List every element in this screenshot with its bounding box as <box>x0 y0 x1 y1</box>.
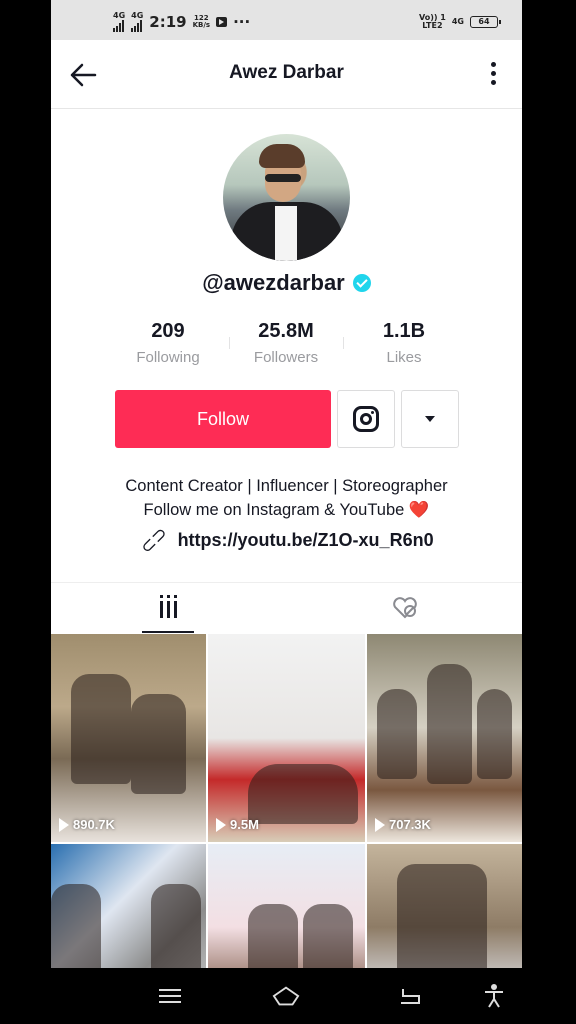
more-vertical-icon <box>488 62 498 85</box>
bio-link[interactable]: ⊂⊃ https://youtu.be/Z1O-xu_R6n0 <box>51 522 522 557</box>
caret-down-icon <box>425 416 435 422</box>
menu-icon[interactable] <box>156 982 184 1010</box>
profile-tabs <box>51 582 522 635</box>
accessibility-icon[interactable] <box>480 982 508 1010</box>
verified-icon <box>352 274 371 292</box>
profile-stats: 209 Following 25.8M Followers 1.1B Likes <box>113 320 459 366</box>
video-thumbnail[interactable]: 707.3K <box>367 634 522 842</box>
battery-icon: 64 <box>470 16 501 28</box>
instagram-button[interactable] <box>337 390 395 448</box>
network-right: 4G <box>451 17 464 26</box>
signal-bars-icon <box>113 20 125 32</box>
view-count-text: 9.5M <box>230 817 259 832</box>
tab-liked[interactable] <box>287 583 522 633</box>
signal-1: 4G <box>113 12 125 32</box>
status-right: Vo)) 1 LTE2 4G 64 <box>419 14 501 30</box>
divider <box>343 337 344 349</box>
avatar[interactable] <box>223 134 350 261</box>
play-icon <box>59 817 69 832</box>
view-count-text: 890.7K <box>73 817 115 832</box>
view-count: 890.7K <box>59 817 115 832</box>
tab-videos[interactable] <box>51 583 286 633</box>
grid-icon <box>160 598 177 618</box>
link-icon: ⊂⊃ <box>136 522 172 558</box>
username-row: @awezdarbar <box>51 270 522 296</box>
bio: Content Creator | Influencer | Storeogra… <box>51 474 522 522</box>
heart-icon: ❤️ <box>408 501 430 519</box>
video-grid: 890.7K 9.5M 707.3K <box>51 634 522 1024</box>
stat-following[interactable]: 209 Following <box>113 320 223 366</box>
more-options-button[interactable] <box>488 62 498 88</box>
signal-2: 4G <box>131 12 143 32</box>
bio-line-1: Content Creator | Influencer | Storeogra… <box>125 477 448 495</box>
active-tab-indicator <box>142 631 194 633</box>
stat-label: Likes <box>386 349 422 366</box>
network-speed: 122 KB/s <box>193 15 210 29</box>
play-icon <box>216 817 226 832</box>
app-screen: 4G 4G 2:19 122 KB/s ··· Vo)) 1 LTE2 4G 6… <box>51 0 522 1024</box>
video-thumbnail[interactable]: 9.5M <box>208 634 365 842</box>
play-icon <box>375 817 385 832</box>
volte-indicator: Vo)) 1 LTE2 <box>419 14 446 30</box>
back-icon[interactable] <box>396 982 424 1010</box>
clock: 2:19 <box>149 13 187 31</box>
more-notifications: ··· <box>233 13 251 31</box>
system-nav-bar <box>0 968 576 1024</box>
link-text[interactable]: https://youtu.be/Z1O-xu_R6n0 <box>178 530 434 551</box>
view-count: 9.5M <box>216 817 259 832</box>
bio-line-2: Follow me on Instagram & YouTube ❤️ <box>51 498 522 522</box>
divider <box>229 337 230 349</box>
view-count: 707.3K <box>375 817 431 832</box>
view-count-text: 707.3K <box>389 817 431 832</box>
stat-value: 1.1B <box>382 320 426 342</box>
speed-unit: KB/s <box>192 21 211 29</box>
stat-followers[interactable]: 25.8M Followers <box>231 320 341 366</box>
bio-line-2-text: Follow me on Instagram & YouTube <box>143 501 405 519</box>
suggested-accounts-button[interactable] <box>401 390 459 448</box>
network-label-2: 4G <box>131 11 144 20</box>
status-bar: 4G 4G 2:19 122 KB/s ··· Vo)) 1 LTE2 4G 6… <box>51 0 522 40</box>
status-left: 4G 4G 2:19 122 KB/s ··· <box>113 12 250 32</box>
stat-value: 25.8M <box>258 320 314 342</box>
screen-record-icon <box>216 17 228 27</box>
stat-label: Followers <box>253 349 319 366</box>
lte-label: LTE2 <box>422 21 443 30</box>
stat-label: Following <box>136 349 200 366</box>
video-thumbnail[interactable]: 890.7K <box>51 634 206 842</box>
instagram-icon <box>353 406 379 432</box>
follow-button[interactable]: Follow <box>115 390 331 448</box>
network-label-1: 4G <box>113 11 126 20</box>
profile-header: Awez Darbar <box>51 40 522 109</box>
profile-actions: Follow <box>115 390 459 448</box>
page-title: Awez Darbar <box>229 62 344 83</box>
username: @awezdarbar <box>202 270 345 295</box>
stat-value: 209 <box>151 320 185 342</box>
liked-videos-icon <box>392 597 417 619</box>
stat-likes[interactable]: 1.1B Likes <box>349 320 459 366</box>
home-icon[interactable] <box>272 982 300 1010</box>
signal-bars-icon <box>131 20 143 32</box>
